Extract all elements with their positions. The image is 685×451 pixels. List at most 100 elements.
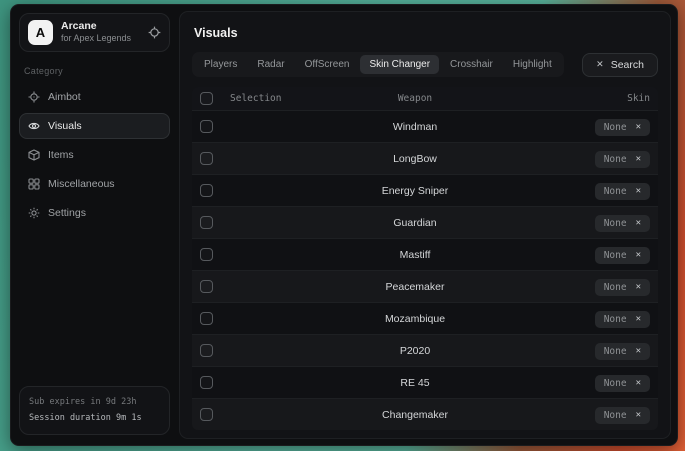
crosshair-icon xyxy=(28,91,40,103)
sidebar-nav: Aimbot Visuals Items Miscellaneous Setti… xyxy=(19,84,170,226)
weapon-name: Mastiff xyxy=(300,249,530,261)
row-checkbox[interactable] xyxy=(200,280,213,293)
session-duration-text: Session duration 9m 1s xyxy=(29,411,160,426)
table-row: LongBow None ✕ xyxy=(192,142,658,174)
skin-select[interactable]: None ✕ xyxy=(595,343,650,360)
skin-select[interactable]: None ✕ xyxy=(595,279,650,296)
clear-skin-icon[interactable]: ✕ xyxy=(636,347,641,356)
brand-subtitle: for Apex Legends xyxy=(61,33,140,44)
target-icon[interactable] xyxy=(148,26,161,39)
main-panel: Visuals Players Radar OffScreen Skin Cha… xyxy=(179,11,671,439)
row-checkbox[interactable] xyxy=(200,216,213,229)
box-icon xyxy=(28,149,40,161)
brand-logo: A xyxy=(28,20,53,45)
row-checkbox[interactable] xyxy=(200,152,213,165)
row-checkbox[interactable] xyxy=(200,184,213,197)
weapon-name: Windman xyxy=(300,121,530,133)
skin-value: None xyxy=(604,346,627,357)
weapon-name: LongBow xyxy=(300,153,530,165)
weapon-name: Peacemaker xyxy=(300,281,530,293)
clear-skin-icon[interactable]: ✕ xyxy=(636,123,641,132)
clear-skin-icon[interactable]: ✕ xyxy=(636,219,641,228)
row-checkbox[interactable] xyxy=(200,344,213,357)
category-label: Category xyxy=(24,66,170,76)
brand-card: A Arcane for Apex Legends xyxy=(19,13,170,52)
clear-skin-icon[interactable]: ✕ xyxy=(636,187,641,196)
skin-select[interactable]: None ✕ xyxy=(595,215,650,232)
brand-title: Arcane xyxy=(61,20,140,33)
table-row: Energy Sniper None ✕ xyxy=(192,174,658,206)
tab-skin-changer[interactable]: Skin Changer xyxy=(360,55,439,74)
sidebar-item-settings[interactable]: Settings xyxy=(19,200,170,226)
row-checkbox[interactable] xyxy=(200,248,213,261)
skin-value: None xyxy=(604,154,627,165)
table-row: RE 45 None ✕ xyxy=(192,366,658,398)
subscription-panel: Sub expires in 9d 23h Session duration 9… xyxy=(19,386,170,435)
clear-skin-icon[interactable]: ✕ xyxy=(636,411,641,420)
tab-radar[interactable]: Radar xyxy=(248,55,293,74)
sidebar-item-label: Items xyxy=(48,149,74,161)
sidebar-item-miscellaneous[interactable]: Miscellaneous xyxy=(19,171,170,197)
tab-players[interactable]: Players xyxy=(195,55,246,74)
sub-expiry-text: Sub expires in 9d 23h xyxy=(29,395,160,410)
skin-value: None xyxy=(604,282,627,293)
weapon-name: P2020 xyxy=(300,345,530,357)
clear-skin-icon[interactable]: ✕ xyxy=(636,283,641,292)
sidebar-item-label: Settings xyxy=(48,207,86,219)
table-row: Mozambique None ✕ xyxy=(192,302,658,334)
skin-select[interactable]: None ✕ xyxy=(595,119,650,136)
row-checkbox[interactable] xyxy=(200,408,213,421)
tab-highlight[interactable]: Highlight xyxy=(504,55,561,74)
weapon-name: Changemaker xyxy=(300,409,530,421)
search-button[interactable]: ✕ Search xyxy=(582,53,658,77)
skin-select[interactable]: None ✕ xyxy=(595,151,650,168)
clear-skin-icon[interactable]: ✕ xyxy=(636,315,641,324)
tab-offscreen[interactable]: OffScreen xyxy=(296,55,359,74)
skin-select[interactable]: None ✕ xyxy=(595,183,650,200)
sidebar-item-visuals[interactable]: Visuals xyxy=(19,113,170,139)
toolbar: Players Radar OffScreen Skin Changer Cro… xyxy=(192,52,658,77)
select-all-checkbox[interactable] xyxy=(200,92,213,105)
sidebar-item-aimbot[interactable]: Aimbot xyxy=(19,84,170,110)
table-body: Windman None ✕ LongBow None ✕ Energy Sni… xyxy=(192,110,658,430)
table-row: Peacemaker None ✕ xyxy=(192,270,658,302)
sidebar-item-label: Miscellaneous xyxy=(48,178,115,190)
table-row: P2020 None ✕ xyxy=(192,334,658,366)
row-checkbox[interactable] xyxy=(200,120,213,133)
gear-icon xyxy=(28,207,40,219)
weapon-name: Mozambique xyxy=(300,313,530,325)
table-header-row: Selection Weapon Skin xyxy=(192,87,658,110)
tab-bar: Players Radar OffScreen Skin Changer Cro… xyxy=(192,52,564,77)
skin-select[interactable]: None ✕ xyxy=(595,375,650,392)
skin-select[interactable]: None ✕ xyxy=(595,407,650,424)
weapon-name: Guardian xyxy=(300,217,530,229)
eye-icon xyxy=(28,120,40,132)
sidebar-item-label: Visuals xyxy=(48,120,82,132)
row-checkbox[interactable] xyxy=(200,312,213,325)
table-row: Changemaker None ✕ xyxy=(192,398,658,430)
row-checkbox[interactable] xyxy=(200,376,213,389)
search-button-label: Search xyxy=(611,59,644,71)
skin-value: None xyxy=(604,186,627,197)
skin-select[interactable]: None ✕ xyxy=(595,311,650,328)
skin-table: Selection Weapon Skin Windman None ✕ Lon… xyxy=(192,87,658,430)
skin-select[interactable]: None ✕ xyxy=(595,247,650,264)
table-row: Mastiff None ✕ xyxy=(192,238,658,270)
header-weapon: Weapon xyxy=(300,93,530,104)
search-x-icon: ✕ xyxy=(596,60,604,69)
weapon-name: RE 45 xyxy=(300,377,530,389)
skin-value: None xyxy=(604,378,627,389)
table-row: Guardian None ✕ xyxy=(192,206,658,238)
clear-skin-icon[interactable]: ✕ xyxy=(636,251,641,260)
clear-skin-icon[interactable]: ✕ xyxy=(636,379,641,388)
table-row: Windman None ✕ xyxy=(192,110,658,142)
clear-skin-icon[interactable]: ✕ xyxy=(636,155,641,164)
sidebar-item-items[interactable]: Items xyxy=(19,142,170,168)
skin-value: None xyxy=(604,410,627,421)
header-selection: Selection xyxy=(230,93,300,104)
app-window: A Arcane for Apex Legends Category Aimbo… xyxy=(10,4,678,446)
tab-crosshair[interactable]: Crosshair xyxy=(441,55,502,74)
sidebar-item-label: Aimbot xyxy=(48,91,81,103)
skin-value: None xyxy=(604,250,627,261)
skin-value: None xyxy=(604,314,627,325)
